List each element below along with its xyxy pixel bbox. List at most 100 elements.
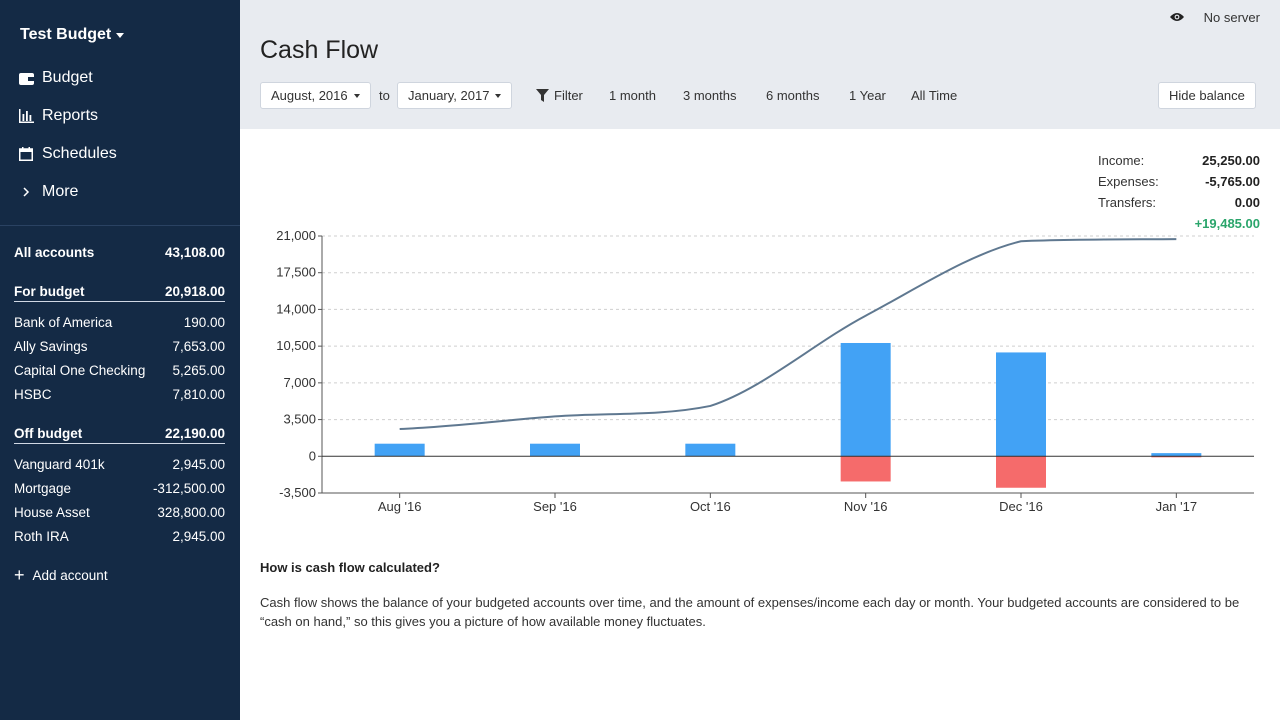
- y-tick-label: 17,500: [276, 265, 316, 280]
- account-name: Mortgage: [14, 481, 72, 496]
- account-balance: 7,810.00: [172, 387, 225, 402]
- account-name: House Asset: [14, 505, 90, 520]
- off-budget-row[interactable]: Off budget 22,190.00: [14, 426, 225, 444]
- account-balance: 190.00: [183, 315, 225, 330]
- account-balance: 7,653.00: [172, 339, 225, 354]
- account-row[interactable]: Bank of America 190.00: [14, 315, 225, 330]
- x-tick-label: Aug '16: [378, 499, 422, 514]
- caret-down-icon: [495, 93, 502, 98]
- sidebar: Test Budget Budget Reports Schedules Mor…: [0, 0, 240, 720]
- start-date-value: August, 2016: [271, 88, 348, 103]
- budget-name-menu[interactable]: Test Budget: [20, 26, 125, 44]
- account-row[interactable]: Capital One Checking 5,265.00: [14, 363, 225, 378]
- x-tick-label: Jan '17: [1156, 499, 1198, 514]
- add-account-button[interactable]: + Add account: [14, 566, 108, 584]
- for-budget-label: For budget: [14, 284, 85, 299]
- account-balance: 5,265.00: [172, 363, 225, 378]
- server-status-label: No server: [1203, 10, 1260, 25]
- date-range-to-label: to: [379, 88, 390, 103]
- account-row[interactable]: Vanguard 401k 2,945.00: [14, 457, 225, 472]
- bar-chart-icon: [18, 108, 34, 124]
- range-1-month[interactable]: 1 month: [609, 88, 656, 103]
- off-budget-label: Off budget: [14, 426, 83, 441]
- caret-down-icon: [116, 32, 125, 38]
- account-row[interactable]: House Asset 328,800.00: [14, 505, 225, 520]
- income-bar: [840, 342, 891, 457]
- all-accounts-label: All accounts: [14, 245, 95, 260]
- nav-budget[interactable]: Budget: [18, 66, 93, 90]
- y-tick-label: -3,500: [279, 485, 316, 500]
- range-6-months[interactable]: 6 months: [766, 88, 819, 103]
- for-budget-row[interactable]: For budget 20,918.00: [14, 284, 225, 302]
- y-tick-label: 3,500: [283, 412, 316, 427]
- off-budget-value: 22,190.00: [164, 426, 225, 441]
- account-row[interactable]: HSBC 7,810.00: [14, 387, 225, 402]
- start-date-select[interactable]: August, 2016: [260, 82, 371, 109]
- cash-flow-chart: 21,000 17,500 14,000 10,500 7,000 3,500 0 -3,50…: [276, 228, 1254, 514]
- end-date-select[interactable]: January, 2017: [397, 82, 513, 109]
- wallet-icon: [18, 70, 34, 86]
- all-accounts-value: 43,108.00: [164, 245, 225, 260]
- nav-reports-label: Reports: [42, 107, 99, 124]
- account-row[interactable]: Roth IRA 2,945.00: [14, 529, 225, 544]
- transfers-label: Transfers:: [1098, 195, 1157, 210]
- income-label: Income:: [1098, 153, 1145, 168]
- hide-balance-button[interactable]: Hide balance: [1158, 82, 1256, 109]
- range-1-year[interactable]: 1 Year: [849, 88, 886, 103]
- add-account-label: Add account: [32, 567, 108, 583]
- expense-bar: [840, 456, 891, 482]
- nav-schedules-label: Schedules: [42, 145, 117, 162]
- caret-down-icon: [353, 93, 360, 98]
- account-balance: 2,945.00: [172, 529, 225, 544]
- nav-more[interactable]: More: [18, 180, 78, 204]
- nav-more-label: More: [42, 183, 79, 200]
- account-name: HSBC: [14, 387, 52, 402]
- income-value: 25,250.00: [1202, 153, 1260, 168]
- range-all-time[interactable]: All Time: [911, 88, 957, 103]
- income-bar: [374, 443, 425, 457]
- filter-label: Filter: [554, 88, 583, 103]
- all-accounts-row[interactable]: All accounts 43,108.00: [14, 245, 225, 260]
- account-name: Capital One Checking: [14, 363, 146, 378]
- balance-line: [399, 238, 1177, 431]
- account-name: Vanguard 401k: [14, 457, 105, 472]
- y-tick-label: 0: [309, 448, 316, 463]
- server-status[interactable]: No server: [1169, 10, 1260, 25]
- income-row: Income: 25,250.00: [1098, 150, 1260, 171]
- nav-schedules[interactable]: Schedules: [18, 142, 117, 166]
- filter-button[interactable]: Filter: [536, 88, 583, 103]
- filter-icon: [536, 89, 549, 102]
- y-tick-label: 10,500: [276, 338, 316, 353]
- x-tick-label: Oct '16: [690, 499, 731, 514]
- help-body: Cash flow shows the balance of your budg…: [260, 595, 1240, 629]
- y-tick-label: 7,000: [283, 375, 316, 390]
- account-name: Ally Savings: [14, 339, 88, 354]
- account-row[interactable]: Ally Savings 7,653.00: [14, 339, 225, 354]
- expenses-value: -5,765.00: [1205, 174, 1260, 189]
- help-title: How is cash flow calculated?: [260, 560, 440, 575]
- report-header: No server Cash Flow August, 2016 to Janu…: [240, 0, 1280, 129]
- end-date-value: January, 2017: [408, 88, 490, 103]
- transfers-row: Transfers: 0.00: [1098, 192, 1260, 213]
- x-tick-label: Nov '16: [844, 499, 888, 514]
- sidebar-divider: [0, 225, 240, 226]
- chevron-right-icon: [18, 184, 34, 200]
- account-balance: -312,500.00: [152, 481, 225, 496]
- y-tick-label: 14,000: [276, 301, 316, 316]
- nav-reports[interactable]: Reports: [18, 104, 98, 128]
- expenses-label: Expenses:: [1098, 174, 1159, 189]
- income-bar: [996, 352, 1046, 457]
- x-tick-label: Dec '16: [999, 499, 1043, 514]
- page-title: Cash Flow: [260, 36, 379, 64]
- account-row[interactable]: Mortgage -312,500.00: [14, 481, 225, 496]
- x-tick-label: Sep '16: [533, 499, 577, 514]
- range-3-months[interactable]: 3 months: [683, 88, 736, 103]
- transfers-value: 0.00: [1234, 195, 1260, 210]
- y-tick-label: 21,000: [276, 228, 316, 243]
- nav-budget-label: Budget: [42, 69, 93, 86]
- eye-icon[interactable]: [1169, 10, 1184, 25]
- for-budget-value: 20,918.00: [164, 284, 225, 299]
- expenses-row: Expenses: -5,765.00: [1098, 171, 1260, 192]
- account-balance: 2,945.00: [172, 457, 225, 472]
- account-name: Bank of America: [14, 315, 113, 330]
